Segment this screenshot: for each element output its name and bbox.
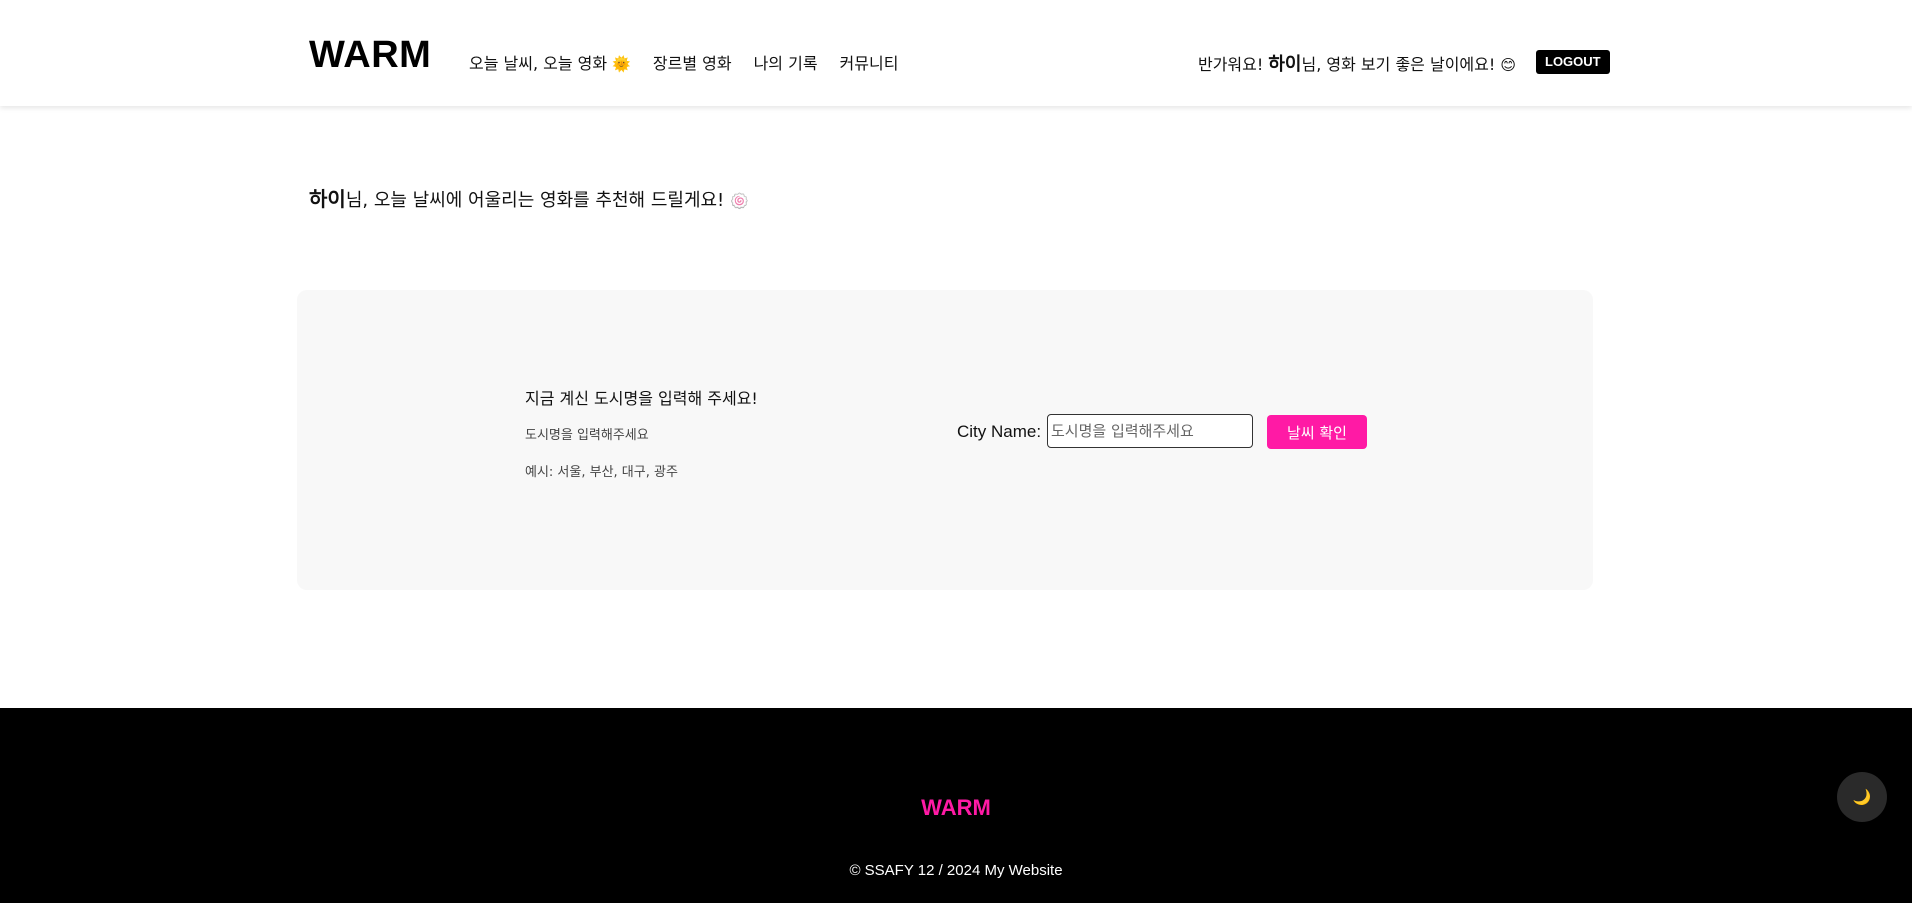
nav-link-today-weather-movie[interactable]: 오늘 날씨, 오늘 영화 🌞	[469, 50, 631, 74]
nav-link-genre-movies[interactable]: 장르별 영화	[653, 50, 732, 74]
headline-username: 하이	[309, 187, 346, 211]
city-name-label: City Name:	[957, 422, 1042, 441]
recommendation-headline: 하이님, 오늘 날씨에 어울리는 영화를 추천해 드릴게요! 🍥	[309, 183, 749, 212]
greeting-username: 하이	[1268, 54, 1302, 75]
panel-title: 지금 계신 도시명을 입력해 주세요!	[525, 389, 758, 408]
user-greeting: 반가워요! 하이님, 영화 보기 좋은 날이에요! 😊	[1198, 50, 1516, 76]
logout-button[interactable]: LOGOUT	[1536, 50, 1610, 74]
theme-toggle-button[interactable]: 🌙	[1837, 772, 1887, 822]
nav-link-label: 오늘 날씨, 오늘 영화	[469, 54, 608, 73]
footer-copyright: © SSAFY 12 / 2024 My Website	[849, 862, 1063, 879]
smile-icon: 😊	[1500, 56, 1516, 74]
nav-link-my-records[interactable]: 나의 기록	[754, 50, 818, 74]
city-name-input[interactable]	[1047, 414, 1253, 448]
navbar: WARM 오늘 날씨, 오늘 영화 🌞 장르별 영화 나의 기록 커뮤니티 반가…	[0, 0, 1912, 106]
greeting-suffix: 님, 영화 보기 좋은 날이에요!	[1301, 55, 1501, 74]
headline-text: 님, 오늘 날씨에 어울리는 영화를 추천해 드릴게요!	[345, 190, 730, 211]
fishcake-icon: 🍥	[730, 192, 749, 210]
nav-link-community[interactable]: 커뮤니티	[840, 50, 899, 74]
main-nav: 오늘 날씨, 오늘 영화 🌞 장르별 영화 나의 기록 커뮤니티	[469, 50, 898, 74]
moon-icon: 🌙	[1852, 789, 1872, 806]
sun-icon: 🌞	[612, 55, 631, 73]
panel-subtitle: 도시명을 입력해주세요	[525, 428, 649, 443]
panel-example: 예시: 서울, 부산, 대구, 광주	[525, 465, 678, 480]
site-logo[interactable]: WARM	[309, 34, 431, 77]
footer-logo: WARM	[921, 795, 991, 820]
greeting-prefix: 반가워요!	[1197, 55, 1269, 74]
footer: WARM © SSAFY 12 / 2024 My Website	[0, 708, 1912, 903]
check-weather-button[interactable]: 날씨 확인	[1267, 415, 1367, 449]
city-input-panel: 지금 계신 도시명을 입력해 주세요! 도시명을 입력해주세요 예시: 서울, …	[297, 290, 1593, 590]
